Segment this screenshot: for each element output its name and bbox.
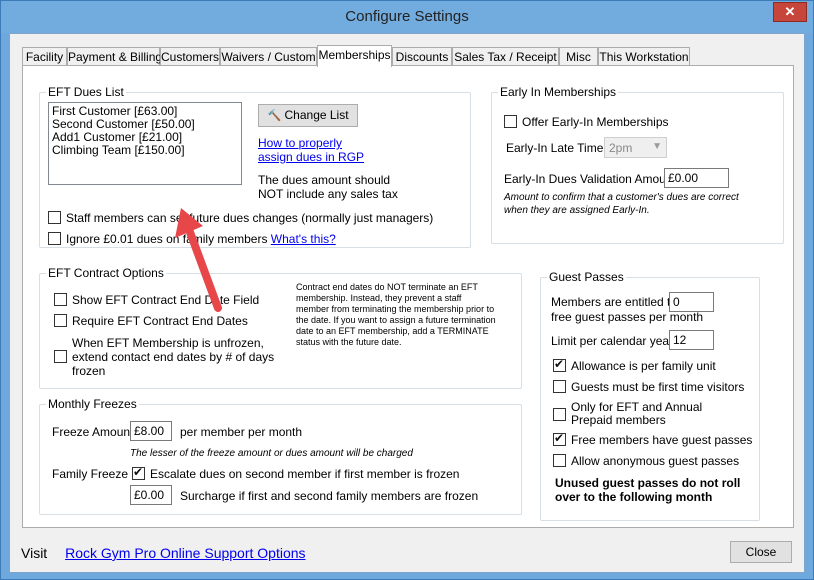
offer-early-in-label: Offer Early-In Memberships (522, 115, 669, 129)
validation-note-line2: when they are assigned Early-In. (504, 205, 650, 216)
validation-amount-input[interactable]: £0.00 (664, 168, 729, 188)
per-member-label: per member per month (180, 425, 303, 439)
guest-limit-label: Limit per calendar year (551, 334, 674, 348)
only-eft-annual-label: Only for EFT and Annual Prepaid members (571, 401, 702, 427)
annotation-arrow-shaft (183, 220, 222, 312)
guest-limit-input[interactable]: 12 (669, 330, 714, 350)
support-options-link[interactable]: Rock Gym Pro Online Support Options (65, 545, 305, 561)
only-eft-line2: Prepaid members (571, 413, 666, 427)
require-end-dates-label: Require EFT Contract End Dates (72, 314, 248, 328)
eft-dues-listbox[interactable]: First Customer [£63.00] Second Customer … (48, 102, 242, 185)
ignore-family-dues-checkbox[interactable] (48, 232, 61, 245)
early-in-group: Early In Memberships Offer Early-In Memb… (491, 85, 784, 244)
tab-payment-billing[interactable]: Payment & Billing (67, 47, 162, 67)
allowance-family-checkbox[interactable] (553, 357, 566, 372)
require-end-dates-checkbox[interactable] (54, 314, 67, 327)
early-in-title: Early In Memberships (498, 85, 619, 99)
surcharge-label: Surcharge if first and second family mem… (180, 489, 479, 503)
eft-dues-group: EFT Dues List First Customer [£63.00] Se… (39, 85, 471, 248)
contract-note-line: date to an EFT membership, add a TERMINA… (296, 326, 489, 336)
dues-note-line1: The dues amount should (258, 173, 391, 187)
contract-note-line: member from terminating the membership p… (296, 304, 495, 314)
hammer-icon: 🔨 (267, 110, 282, 122)
tab-discounts[interactable]: Discounts (392, 47, 452, 67)
first-time-visitors-checkbox[interactable] (553, 380, 566, 393)
tab-this-workstation[interactable]: This Workstation (598, 47, 690, 67)
lesser-amount-note: The lesser of the freeze amount or dues … (130, 448, 413, 459)
guest-entitled-input[interactable]: 0 (669, 292, 714, 312)
unused-passes-note: Unused guest passes do not roll over to … (555, 476, 740, 504)
unused-passes-line1: Unused guest passes do not roll (555, 476, 741, 490)
change-list-label: Change List (284, 108, 349, 122)
visit-label: Visit (21, 545, 48, 561)
tab-facility[interactable]: Facility (22, 47, 67, 67)
tab-waivers-custom[interactable]: Waivers / Custom (220, 47, 317, 67)
freeze-amount-label: Freeze Amount (52, 425, 134, 439)
surcharge-input[interactable]: £0.00 (130, 485, 172, 505)
change-list-button[interactable]: 🔨 Change List (258, 104, 358, 127)
extend-end-dates-checkbox[interactable] (54, 350, 67, 363)
monthly-freezes-group: Monthly Freezes Freeze Amount £8.00 per … (39, 397, 522, 515)
eft-dues-title: EFT Dues List (46, 85, 126, 99)
window-title: Configure Settings (345, 8, 469, 25)
monthly-freezes-title: Monthly Freezes (46, 397, 139, 411)
allowance-family-label: Allowance is per family unit (571, 359, 716, 373)
staff-future-dues-label: Staff members can set future dues change… (66, 211, 434, 225)
staff-future-dues-checkbox[interactable] (48, 211, 61, 224)
validation-note-line1: Amount to confirm that a customer's dues… (504, 192, 739, 203)
free-members-guest-label: Free members have guest passes (571, 433, 753, 447)
contract-end-note: Contract end dates do NOT terminate an E… (296, 282, 496, 348)
guest-entitled-line2: free guest passes per month (551, 310, 704, 324)
late-time-label: Early-In Late Time (506, 141, 604, 155)
tab-memberships[interactable]: Memberships (317, 45, 392, 67)
first-time-visitors-label: Guests must be first time visitors (571, 380, 745, 394)
dialog-client-area: Facility Payment & Billing Customers Wai… (9, 33, 805, 573)
tab-misc[interactable]: Misc (559, 47, 598, 67)
eft-contract-title: EFT Contract Options (46, 266, 166, 280)
escalate-dues-checkbox[interactable] (132, 465, 145, 480)
validation-amount-label: Early-In Dues Validation Amount (504, 172, 676, 186)
window-close-button[interactable]: ✕ (773, 2, 807, 22)
show-end-date-checkbox[interactable] (54, 293, 67, 306)
extend-end-dates-line3: frozen (72, 364, 106, 378)
anonymous-guest-checkbox[interactable] (553, 454, 566, 467)
dues-help-link-line1[interactable]: How to properly (258, 136, 342, 150)
dues-help-link-line2[interactable]: assign dues in RGP (258, 150, 364, 164)
escalate-dues-label: Escalate dues on second member if first … (150, 467, 460, 481)
freeze-amount-input[interactable]: £8.00 (130, 421, 172, 441)
only-eft-annual-checkbox[interactable] (553, 408, 566, 421)
tab-sales-tax-receipt[interactable]: Sales Tax / Receipt (452, 47, 559, 67)
guest-passes-group: Guest Passes Members are entitled to fre… (540, 270, 760, 521)
extend-end-dates-line1: When EFT Membership is unfrozen, (72, 336, 264, 350)
guest-passes-title: Guest Passes (547, 270, 626, 284)
contract-note-line: Contract end dates do NOT terminate an E… (296, 282, 478, 292)
contract-note-line: status with the future date. (296, 337, 402, 347)
chevron-down-icon: ▼ (652, 141, 662, 152)
whats-this-link[interactable]: What's this? (271, 232, 336, 246)
tab-customers[interactable]: Customers (160, 47, 220, 67)
contract-note-line: the date. If you want to assign a future… (296, 315, 496, 325)
ignore-family-dues-text: Ignore £0.01 dues on family members (66, 232, 268, 246)
list-item[interactable]: Climbing Team [£150.00] (52, 144, 238, 157)
late-time-value: 2pm (609, 141, 633, 155)
memberships-tab-page: EFT Dues List First Customer [£63.00] Se… (22, 65, 794, 528)
late-time-select[interactable]: 2pm ▼ (604, 137, 667, 158)
unused-passes-line2: over to the following month (555, 490, 713, 504)
eft-contract-group: EFT Contract Options Show EFT Contract E… (39, 266, 522, 389)
free-members-guest-checkbox[interactable] (553, 431, 566, 446)
anonymous-guest-label: Allow anonymous guest passes (571, 454, 740, 468)
extend-end-dates-label: When EFT Membership is unfrozen, extend … (72, 336, 274, 378)
offer-early-in-checkbox[interactable] (504, 115, 517, 128)
family-freeze-label: Family Freeze (52, 467, 129, 481)
configure-settings-window: Configure Settings ✕ Facility Payment & … (0, 0, 814, 580)
annotation-arrow (175, 208, 222, 312)
close-button[interactable]: Close (730, 541, 792, 563)
contract-note-line: membership. Instead, they prevent a staf… (296, 293, 462, 303)
footer-visit: Visit Rock Gym Pro Online Support Option… (21, 545, 306, 561)
dues-note-line2: NOT include any sales tax (258, 187, 398, 201)
extend-end-dates-line2: extend contact end dates by # of days (72, 350, 275, 364)
title-bar[interactable]: Configure Settings ✕ (1, 1, 813, 33)
